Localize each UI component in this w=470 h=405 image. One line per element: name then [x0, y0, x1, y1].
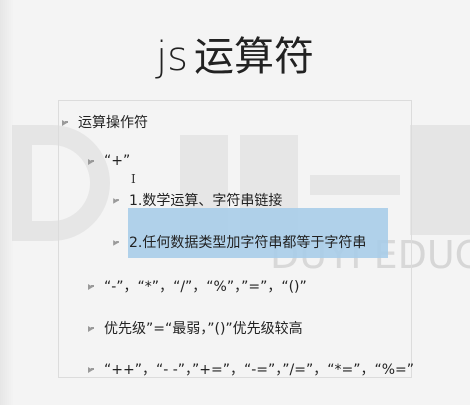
bullet-text: 优先级”=“最弱，”()”优先级较高 [104, 321, 303, 337]
bullet-arrow-icon [88, 157, 96, 165]
bullet-item[interactable]: 运算操作符 [62, 112, 148, 132]
bullet-arrow-icon [88, 324, 96, 332]
bullet-arrow-icon [62, 118, 70, 126]
bullet-item[interactable]: “++”，“- -”，”+=”，“-=”，”/=”，“*=”，“%=” [88, 359, 414, 379]
bullet-item[interactable]: 2.任何数据类型加字符串都等于字符串 [113, 232, 366, 252]
bullet-item[interactable]: “+” [88, 153, 130, 169]
bullet-arrow-icon [88, 365, 96, 373]
bullet-arrow-icon [88, 282, 96, 290]
bullet-arrow-icon [113, 238, 121, 246]
bullet-text: 运算操作符 [78, 115, 148, 131]
title-js: js [156, 34, 188, 80]
bullet-text: “+” [104, 153, 131, 169]
text-cursor-icon: I [131, 172, 136, 186]
bullet-text: 2.任何数据类型加字符串都等于字符串 [129, 235, 367, 251]
bullet-item[interactable]: “-”，“*”，“/”，“%”，”=”，“()” [88, 276, 307, 296]
slide-title: js 运算符 [0, 24, 470, 82]
bullet-text: “++”，“- -”，”+=”，“-=”，”/=”，“*=”，“%=” [104, 362, 415, 378]
bullet-text: 1.数学运算、字符串链接 [129, 193, 283, 209]
presentation-slide: DUYI EDUCA js运算符 I 运算操作符 “+” 1.数学运算、字符串链… [0, 0, 470, 405]
title-zh: 运算符 [193, 34, 314, 80]
bullet-arrow-icon [113, 196, 121, 204]
bullet-text: “-”，“*”，“/”，“%”，”=”，“()” [104, 279, 307, 295]
bullet-item[interactable]: 1.数学运算、字符串链接 [113, 190, 282, 210]
bullet-item[interactable]: 优先级”=“最弱，”()”优先级较高 [88, 318, 303, 338]
